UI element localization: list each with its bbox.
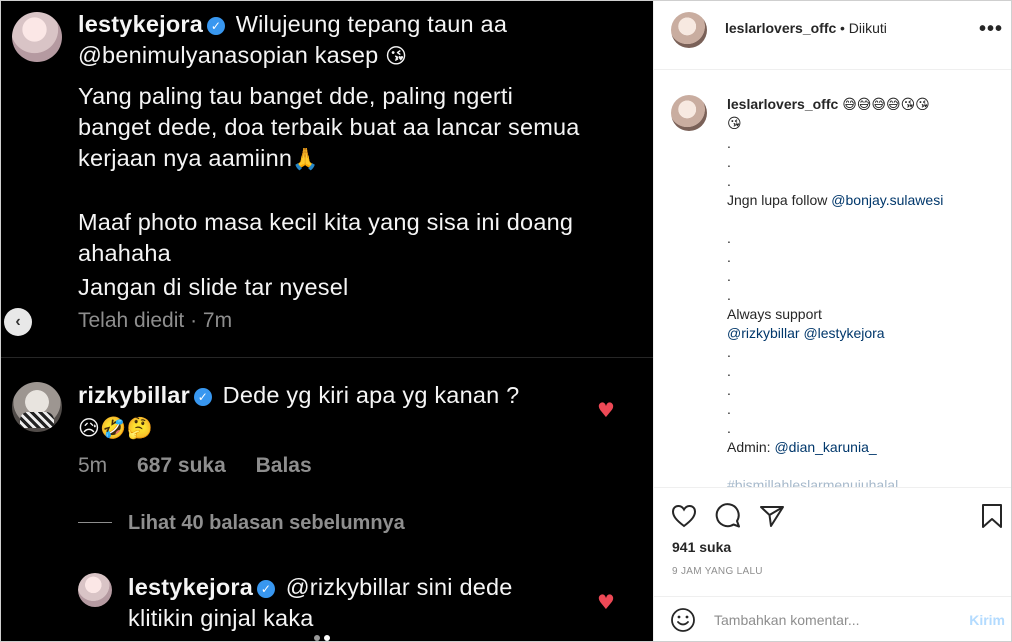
previous-arrow-icon[interactable]: ‹: [4, 308, 32, 336]
caption-text: Admin:: [727, 439, 775, 455]
caption-line: [727, 210, 997, 229]
caption-line: Admin: @dian_karunia_: [727, 438, 997, 457]
hashtag-link[interactable]: #bismillahleslarmenujuhalal: [727, 476, 997, 487]
reply-text: lestykejora ✓ @rizkybillar sini dede klit…: [128, 572, 513, 634]
comment-text: lestykejora ✓ Wilujeung tepang taun aa @b…: [78, 9, 580, 303]
comment-line: Yang paling tau banget dde, paling ngert…: [78, 83, 514, 109]
comment-line: Jangan di slide tar nyesel: [78, 274, 349, 300]
comment-line: Wilujeung tepang taun aa: [235, 11, 508, 37]
avatar[interactable]: [671, 95, 707, 131]
emoji-smile-icon[interactable]: [670, 607, 696, 633]
comment-username[interactable]: rizkybillar: [78, 382, 190, 408]
comment-meta: Telah diedit · 7m: [78, 309, 256, 333]
post-actions: 941 suka 9 JAM YANG LALU: [654, 487, 1012, 587]
mention-link[interactable]: @dian_karunia_: [774, 439, 876, 455]
post-photo: lestykejora ✓ Wilujeung tepang taun aa @b…: [0, 0, 653, 642]
post-comment-button[interactable]: Kirim: [969, 612, 1005, 628]
caption-emojis: 😘: [727, 116, 742, 132]
mention-link[interactable]: @bonjay.sulawesi: [831, 192, 943, 208]
post-timestamp[interactable]: 9 JAM YANG LALU: [672, 566, 763, 577]
verified-icon: ✓: [193, 388, 212, 406]
caption-line: .: [727, 230, 731, 246]
verified-icon: ✓: [207, 17, 226, 35]
comment-line: @rizkybillar sini dede: [285, 574, 513, 600]
like-heart-icon[interactable]: ♥: [597, 398, 615, 422]
caption-line: Always support: [727, 306, 822, 322]
more-options-icon[interactable]: •••: [979, 18, 1003, 41]
avatar[interactable]: [78, 573, 112, 607]
caption-line: .: [727, 173, 731, 189]
carousel-dots: [312, 628, 332, 642]
caption-emojis: 😅😅😅😅😘😘: [842, 97, 930, 113]
comment-form: Kirim: [654, 596, 1012, 642]
like-heart-icon[interactable]: [670, 502, 698, 530]
caption-line: .: [727, 249, 731, 265]
caption-line: .: [727, 135, 731, 151]
post-sidebar: leslarlovers_offc • Diikuti ••• leslarlo…: [653, 0, 1012, 642]
follow-status[interactable]: • Diikuti: [840, 20, 887, 36]
comment-username[interactable]: lestykejora: [128, 574, 253, 600]
comment-emojis: 😥🤣🤔: [78, 416, 153, 440]
comment-line: banget dede, doa terbaik buat aa lancar …: [78, 114, 580, 140]
header-username[interactable]: leslarlovers_offc: [725, 20, 836, 36]
post-header: leslarlovers_offc • Diikuti •••: [654, 0, 1012, 70]
caption-scroll[interactable]: leslarlovers_offc 😅😅😅😅😘😘 😘 . . . Jngn lu…: [654, 71, 1012, 487]
comment-line: Maaf photo masa kecil kita yang sisa ini…: [78, 209, 574, 235]
caption-line: Jngn lupa follow @bonjay.sulawesi: [727, 191, 997, 210]
caption-line: .: [727, 363, 731, 379]
caption-text: Jngn lupa follow: [727, 192, 832, 208]
avatar[interactable]: [12, 12, 62, 62]
view-replies-link[interactable]: Lihat 40 balasan sebelumnya: [78, 512, 405, 535]
comment-input[interactable]: [714, 609, 944, 631]
comment-edited-time: Telah diedit · 7m: [78, 309, 233, 332]
comment-username[interactable]: lestykejora: [78, 11, 203, 37]
caption-line: .: [727, 420, 731, 436]
caption-line: .: [727, 268, 731, 284]
caption-line: .: [727, 344, 731, 360]
like-count[interactable]: 941 suka: [672, 539, 731, 555]
caption-line: .: [727, 382, 731, 398]
comment-line: ahahaha: [78, 240, 171, 266]
caption: leslarlovers_offc 😅😅😅😅😘😘 😘 . . . Jngn lu…: [727, 95, 997, 487]
bookmark-icon[interactable]: [978, 502, 1006, 530]
kiss-emoji-icon: 😘: [385, 44, 408, 68]
avatar[interactable]: [12, 382, 62, 432]
comment-line: kerjaan nya aamiinn: [78, 145, 293, 171]
divider: [0, 357, 653, 358]
like-heart-icon[interactable]: ♥: [597, 590, 615, 614]
comment-meta: 5m 687 suka Balas: [78, 454, 336, 478]
comment-likes[interactable]: 687 suka: [137, 454, 226, 477]
comment-line: Dede yg kiri apa yg kanan ?: [222, 382, 520, 408]
avatar[interactable]: [671, 12, 707, 48]
comment-text: rizkybillar ✓ Dede yg kiri apa yg kanan ?…: [78, 380, 519, 444]
comment-line: @benimulyanasopian kasep: [78, 42, 379, 68]
verified-icon: ✓: [257, 580, 276, 598]
share-icon[interactable]: [758, 502, 786, 530]
mention-link[interactable]: @rizkybillar @lestykejora: [727, 324, 997, 343]
caption-line: .: [727, 287, 731, 303]
pray-emoji-icon: 🙏: [292, 147, 319, 171]
caption-line: [727, 457, 997, 476]
caption-line: .: [727, 154, 731, 170]
caption-line: .: [727, 401, 731, 417]
caption-username[interactable]: leslarlovers_offc: [727, 96, 838, 112]
comment-icon[interactable]: [714, 502, 742, 530]
comment-time: 5m: [78, 454, 108, 477]
reply-button[interactable]: Balas: [256, 454, 312, 477]
